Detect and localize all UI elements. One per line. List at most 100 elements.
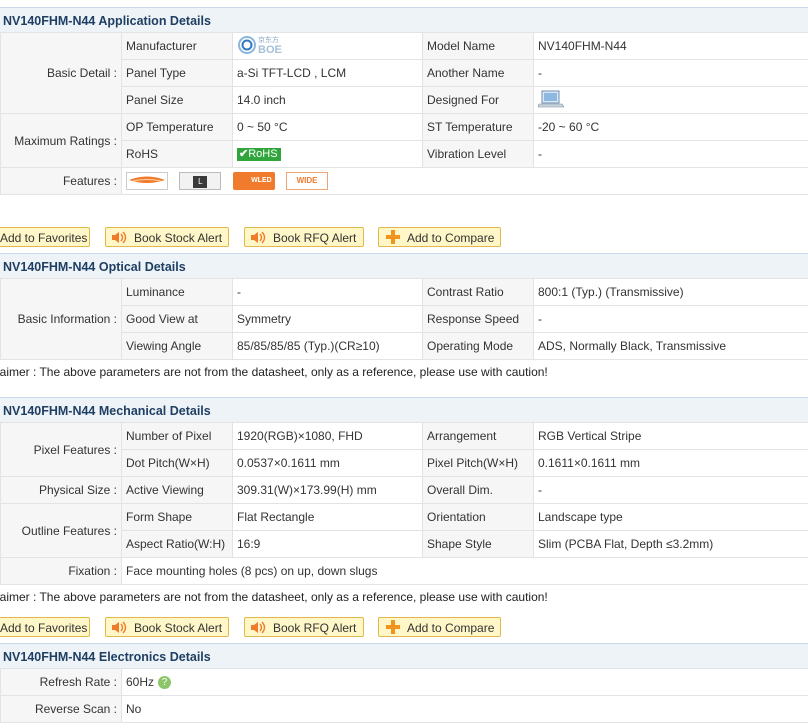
panel-type-value: a-Si TFT-LCD , LCM xyxy=(232,59,423,87)
section-title: NV140FHM-N44 Mechanical Details xyxy=(3,404,211,418)
plus-icon xyxy=(379,620,400,639)
application-details-header: NV140FHM-N44 Application Details xyxy=(0,7,808,33)
luminance-value: - xyxy=(232,278,423,306)
op-temperature-value: 0 ~ 50 °C xyxy=(232,113,423,141)
help-icon[interactable]: ? xyxy=(158,676,172,690)
contrast-ratio-label: Contrast Ratio xyxy=(422,278,534,306)
arrangement-label: Arrangement xyxy=(422,422,534,450)
good-view-value: Symmetry xyxy=(232,305,423,333)
panel-type-label: Panel Type xyxy=(121,59,233,87)
st-temperature-label: ST Temperature xyxy=(422,113,534,141)
reverse-scan-value: No xyxy=(121,695,808,723)
product-details-page: NV140FHM-N44 Application Details Basic D… xyxy=(0,0,808,728)
speaker-icon xyxy=(106,231,129,249)
speaker-icon xyxy=(106,621,129,639)
st-temperature-value: -20 ~ 60 °C xyxy=(533,113,808,141)
group-label: Physical Size : xyxy=(0,476,122,504)
book-stock-alert-button[interactable]: Book Stock Alert xyxy=(105,617,229,637)
add-to-compare-button[interactable]: Add to Compare xyxy=(378,227,501,247)
plus-icon xyxy=(379,230,400,249)
shape-style-label: Shape Style xyxy=(422,530,534,558)
wled-icon[interactable]: WLED xyxy=(232,172,275,190)
electronics-details-table: Refresh Rate : 60Hz? Reverse Scan : No xyxy=(0,668,808,723)
boe-logo[interactable]: 京东方 BOE xyxy=(237,34,289,59)
add-to-favorites-button[interactable]: Add to Favorites xyxy=(0,227,90,247)
book-rfq-alert-button[interactable]: Book RFQ Alert xyxy=(244,227,364,247)
number-of-pixel-value: 1920(RGB)×1080, FHD xyxy=(232,422,423,450)
optical-details-header: NV140FHM-N44 Optical Details xyxy=(0,253,808,279)
operating-mode-value: ADS, Normally Black, Transmissive xyxy=(533,332,808,360)
backlight-icon[interactable] xyxy=(126,172,168,190)
optical-details-table: Basic Information : Luminance - Contrast… xyxy=(0,278,808,360)
mechanical-details-table: Pixel Features : Number of Pixel 1920(RG… xyxy=(0,422,808,585)
add-to-favorites-button[interactable]: Add to Favorites xyxy=(0,617,90,637)
check-icon: ✔ xyxy=(239,148,249,161)
group-label: Outline Features : xyxy=(0,503,122,558)
rohs-badge: ✔RoHS xyxy=(237,148,281,162)
refresh-rate-text: 60Hz xyxy=(126,674,155,689)
contrast-ratio-value: 800:1 (Typ.) (Transmissive) xyxy=(533,278,808,306)
refresh-rate-value: 60Hz? xyxy=(121,668,808,696)
group-label: Basic Detail : xyxy=(0,32,122,114)
viewing-angle-label: Viewing Angle xyxy=(121,332,233,360)
shape-style-value: Slim (PCBA Flat, Depth ≤3.2mm) xyxy=(533,530,808,558)
mechanical-details-header: NV140FHM-N44 Mechanical Details xyxy=(0,397,808,423)
wide-icon[interactable]: WIDE xyxy=(286,172,329,190)
application-details-table: Basic Detail : Manufacturer 京东方 BOE Mode… xyxy=(0,32,808,195)
operating-mode-label: Operating Mode xyxy=(422,332,534,360)
rohs-label: RoHS xyxy=(121,140,233,168)
section-title: NV140FHM-N44 Electronics Details xyxy=(3,650,211,664)
overall-dim-label: Overall Dim. xyxy=(422,476,534,504)
number-of-pixel-label: Number of Pixel xyxy=(121,422,233,450)
vibration-level-value: - xyxy=(533,140,808,168)
disclaimer-text: laimer : The above parameters are not fr… xyxy=(0,590,548,604)
section-title: NV140FHM-N44 Optical Details xyxy=(3,260,186,274)
group-label: Basic Information : xyxy=(0,278,122,360)
good-view-label: Good View at xyxy=(121,305,233,333)
pixel-pitch-label: Pixel Pitch(W×H) xyxy=(422,449,534,477)
overall-dim-value: - xyxy=(533,476,808,504)
vibration-level-label: Vibration Level xyxy=(422,140,534,168)
dot-pitch-label: Dot Pitch(W×H) xyxy=(121,449,233,477)
model-name-label: Model Name xyxy=(422,32,534,60)
panel-size-value: 14.0 inch xyxy=(232,86,423,114)
add-to-compare-button[interactable]: Add to Compare xyxy=(378,617,501,637)
arrangement-value: RGB Vertical Stripe xyxy=(533,422,808,450)
designed-for-value xyxy=(533,86,808,114)
l-icon[interactable]: L xyxy=(179,172,222,190)
speaker-icon xyxy=(245,621,268,639)
orientation-label: Orientation xyxy=(422,503,534,531)
book-stock-alert-button[interactable]: Book Stock Alert xyxy=(105,227,229,247)
disclaimer-text: laimer : The above parameters are not fr… xyxy=(0,365,548,379)
reverse-scan-label: Reverse Scan : xyxy=(0,695,122,723)
book-rfq-alert-button[interactable]: Book RFQ Alert xyxy=(244,617,364,637)
section-title: NV140FHM-N44 Application Details xyxy=(3,14,211,28)
model-name-value: NV140FHM-N44 xyxy=(533,32,808,60)
active-viewing-value: 309.31(W)×173.99(H) mm xyxy=(232,476,423,504)
svg-text:BOE: BOE xyxy=(258,44,282,56)
viewing-angle-value: 85/85/85/85 (Typ.)(CR≥10) xyxy=(232,332,423,360)
form-shape-value: Flat Rectangle xyxy=(232,503,423,531)
features-value: L WLED WIDE xyxy=(121,167,808,195)
svg-text:京东方: 京东方 xyxy=(258,35,279,44)
response-speed-label: Response Speed xyxy=(422,305,534,333)
response-speed-value: - xyxy=(533,305,808,333)
rohs-value: ✔RoHS xyxy=(232,140,423,168)
op-temperature-label: OP Temperature xyxy=(121,113,233,141)
group-label: Pixel Features : xyxy=(0,422,122,477)
fixation-value: Face mounting holes (8 pcs) on up, down … xyxy=(121,557,808,585)
features-label: Features : xyxy=(0,167,122,195)
speaker-icon xyxy=(245,231,268,249)
manufacturer-value[interactable]: 京东方 BOE xyxy=(232,32,423,60)
another-name-value: - xyxy=(533,59,808,87)
electronics-details-header: NV140FHM-N44 Electronics Details xyxy=(0,643,808,669)
another-name-label: Another Name xyxy=(422,59,534,87)
laptop-icon[interactable] xyxy=(537,89,565,112)
designed-for-label: Designed For xyxy=(422,86,534,114)
pixel-pitch-value: 0.1611×0.1611 mm xyxy=(533,449,808,477)
active-viewing-label: Active Viewing xyxy=(121,476,233,504)
aspect-ratio-label: Aspect Ratio(W:H) xyxy=(121,530,233,558)
aspect-ratio-value: 16:9 xyxy=(232,530,423,558)
orientation-value: Landscape type xyxy=(533,503,808,531)
luminance-label: Luminance xyxy=(121,278,233,306)
